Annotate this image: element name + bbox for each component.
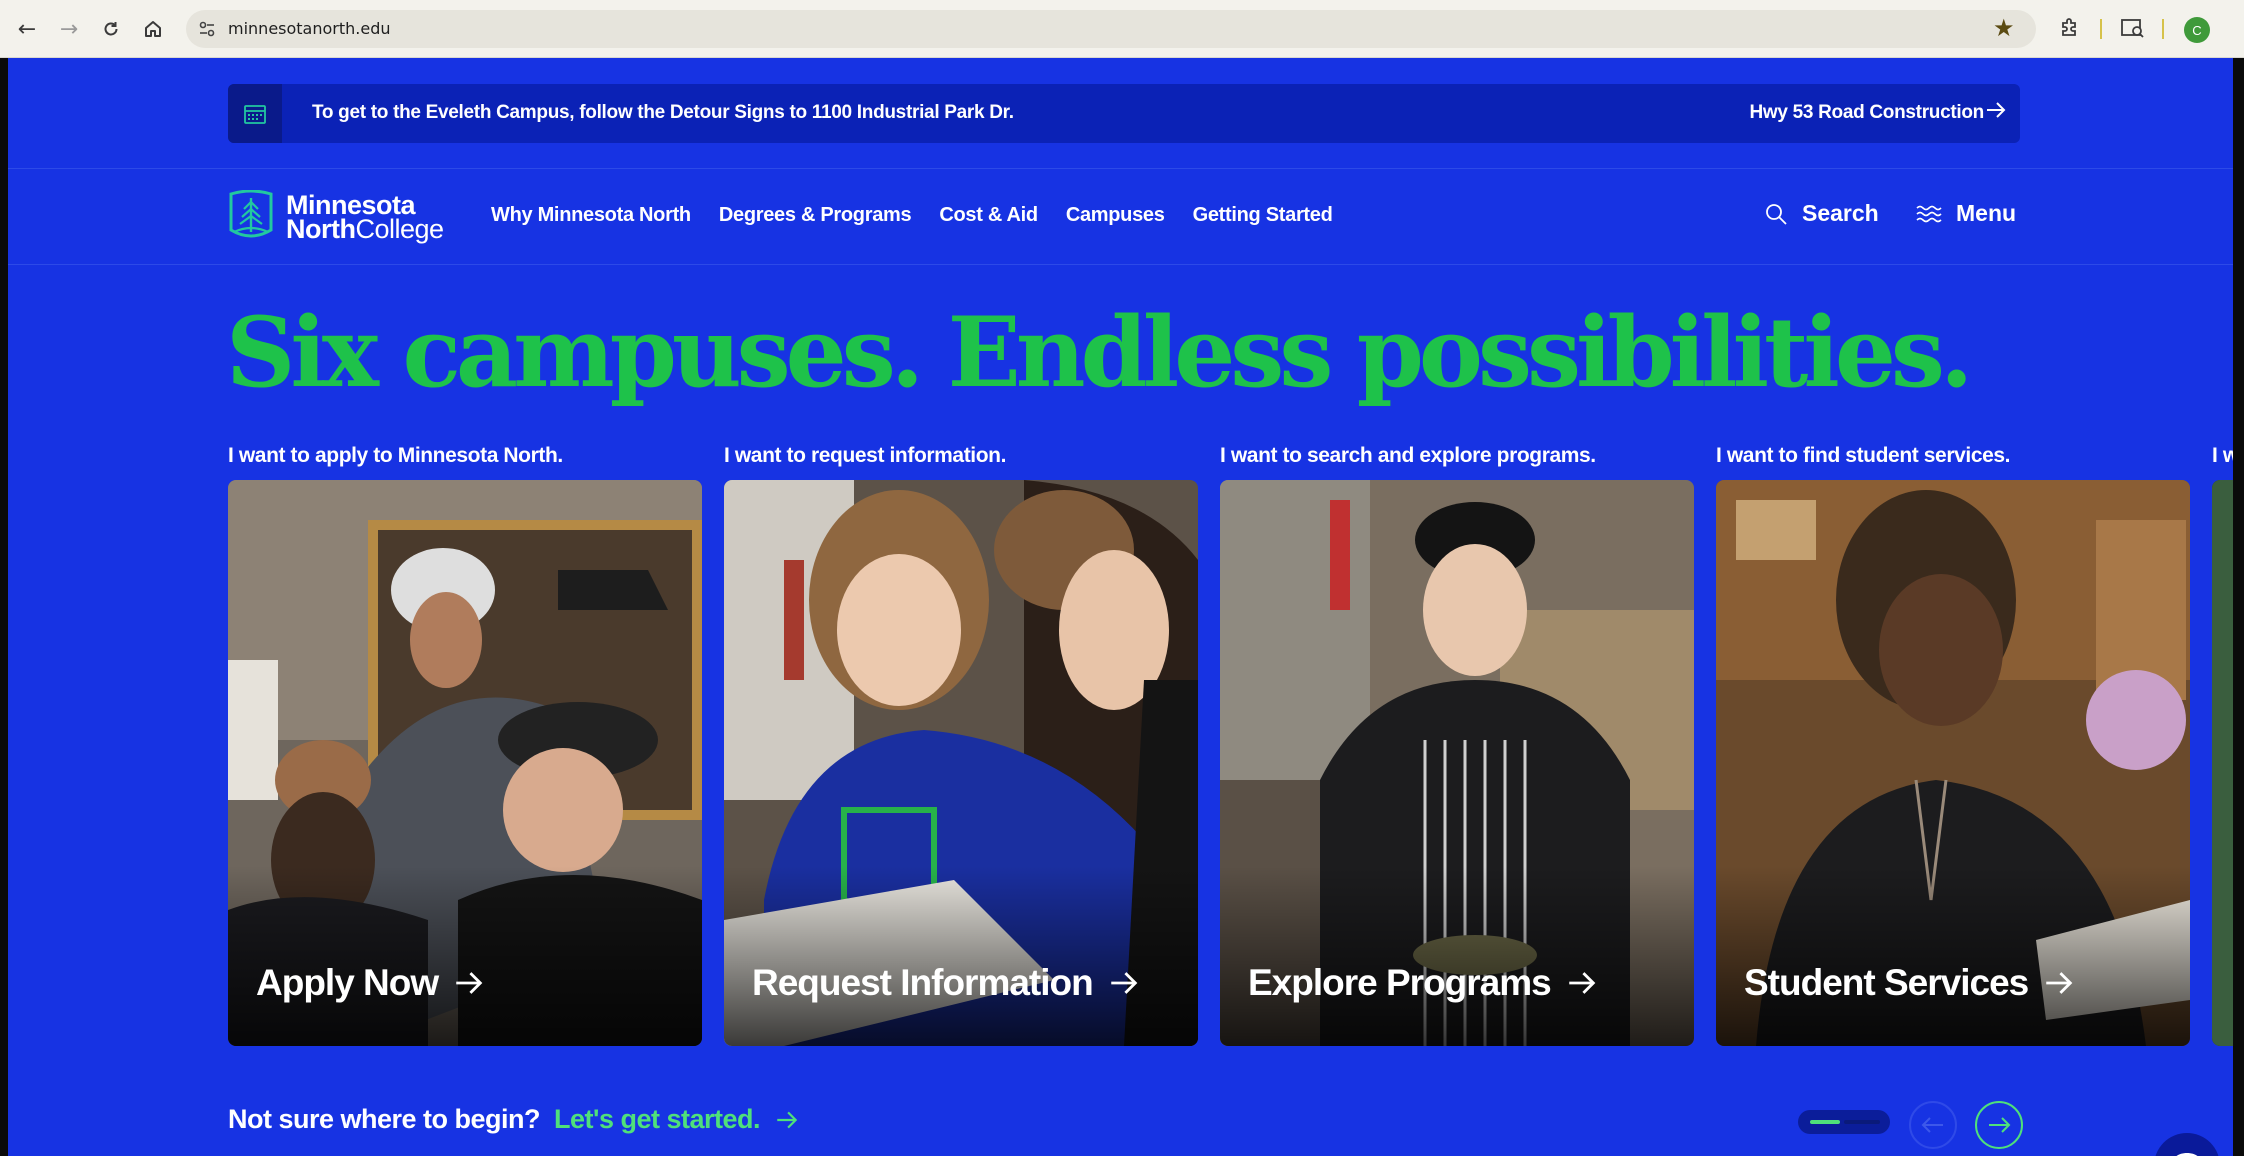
road-construction-link[interactable]: Hwy 53 Road Construction (1749, 102, 1984, 124)
site-info-icon[interactable] (198, 20, 216, 38)
card-caption: I want to request information. (724, 444, 1007, 467)
menu-button[interactable]: Menu (1916, 200, 2016, 227)
card-partial: I w (2212, 444, 2233, 1046)
partial-card[interactable] (2212, 480, 2233, 1046)
card-request-info: I want to request information. Request I… (724, 444, 1198, 1046)
cta-label: Student Services (1744, 962, 2029, 1003)
carousel-progress-fill (1810, 1120, 1840, 1124)
get-started-link[interactable]: Let's get started. (554, 1104, 760, 1135)
forward-arrow-icon[interactable]: → (56, 16, 82, 42)
cta-label: Request Information (752, 962, 1094, 1003)
card-caption: I want to search and explore programs. (1220, 444, 1596, 467)
chat-button[interactable] (2154, 1133, 2220, 1156)
header-divider (8, 168, 2233, 169)
card-explore-programs: I want to search and explore programs. E… (1220, 444, 1694, 1046)
browser-toolbar: ← → minnesotanorth.edu ★ C (0, 0, 2244, 58)
card-student-services: I want to find student services. Student… (1716, 444, 2190, 1046)
card-caption: I want to find student services. (1716, 444, 2011, 467)
apply-now-card[interactable]: Apply Now (228, 480, 702, 1046)
partial-photo (2212, 480, 2233, 1046)
card-shade (1220, 866, 1694, 1046)
nav-divider (8, 264, 2233, 265)
main-nav: Minnesota NorthCollege Why Minnesota Nor… (228, 188, 2028, 248)
carousel-progress-track (1844, 1120, 1880, 1124)
arrow-right-icon (1111, 972, 1138, 994)
student-services-card[interactable]: Student Services (1716, 480, 2190, 1046)
cta-label: Apply Now (256, 962, 439, 1003)
card-caption: I want to apply to Minnesota North. (228, 444, 563, 467)
card-shade (724, 866, 1198, 1046)
carousel-prev-button[interactable] (1908, 1100, 1958, 1150)
carousel-next-button[interactable] (1974, 1100, 2024, 1150)
apply-now-link[interactable]: Apply Now (256, 962, 486, 1004)
nav-getting-started[interactable]: Getting Started (1193, 204, 1333, 227)
bookmark-star-icon[interactable]: ★ (1993, 14, 2015, 42)
arrow-right-icon (456, 972, 483, 994)
explore-programs-link[interactable]: Explore Programs (1248, 962, 1599, 1004)
reload-icon[interactable] (98, 16, 124, 42)
carousel-progress (1798, 1110, 1890, 1134)
profile-avatar[interactable]: C (2184, 17, 2210, 43)
toolbar-separator (2162, 19, 2164, 39)
card-apply: I want to apply to Minnesota North. Appl… (228, 444, 702, 1046)
card-caption: I w (2212, 444, 2233, 467)
search-label: Search (1802, 200, 1879, 226)
logo-line-2: NorthCollege (286, 214, 444, 244)
nav-why-minnesota-north[interactable]: Why Minnesota North (491, 204, 691, 227)
calendar-icon (228, 84, 282, 143)
url-text[interactable]: minnesotanorth.edu (228, 19, 391, 38)
arrow-right-icon (2046, 972, 2073, 994)
cta-label: Explore Programs (1248, 962, 1552, 1003)
extensions-icon[interactable] (2058, 16, 2084, 42)
menu-waves-icon (1916, 205, 1942, 222)
search-icon (1766, 203, 1787, 225)
home-icon[interactable] (140, 16, 166, 42)
arrow-right-icon[interactable] (1984, 98, 2008, 122)
request-information-card[interactable]: Request Information (724, 480, 1198, 1046)
tab-search-icon[interactable] (2120, 16, 2146, 42)
nav-campuses[interactable]: Campuses (1066, 204, 1165, 227)
hero-headline: Six campuses. Endless possibilities. (226, 296, 1973, 409)
menu-label: Menu (1956, 200, 2017, 226)
arrow-right-icon[interactable] (774, 1107, 800, 1133)
explore-programs-card[interactable]: Explore Programs (1220, 480, 1694, 1046)
college-logo[interactable]: Minnesota NorthCollege (228, 190, 458, 246)
not-sure-text: Not sure where to begin? (228, 1104, 541, 1134)
request-information-link[interactable]: Request Information (752, 962, 1141, 1004)
web-page: To get to the Eveleth Campus, follow the… (8, 58, 2233, 1156)
back-arrow-icon[interactable]: ← (14, 16, 40, 42)
card-shade (228, 866, 702, 1046)
get-started-row: Not sure where to begin? Let's get start… (228, 1104, 800, 1135)
toolbar-separator (2100, 19, 2102, 39)
nav-cost-aid[interactable]: Cost & Aid (939, 204, 1038, 227)
address-bar[interactable]: minnesotanorth.edu (186, 10, 2036, 48)
alert-message: To get to the Eveleth Campus, follow the… (312, 102, 1014, 123)
alert-banner: To get to the Eveleth Campus, follow the… (228, 84, 2020, 143)
arrow-right-icon (1568, 972, 1596, 994)
chat-bubble-icon (2176, 1153, 2198, 1156)
student-services-link[interactable]: Student Services (1744, 962, 2076, 1004)
search-button[interactable]: Search (1764, 200, 1879, 227)
nav-links: Why Minnesota North Degrees & Programs C… (491, 204, 1333, 227)
nav-degrees-programs[interactable]: Degrees & Programs (719, 204, 912, 227)
crest-icon (229, 190, 273, 238)
card-shade (1716, 866, 2190, 1046)
